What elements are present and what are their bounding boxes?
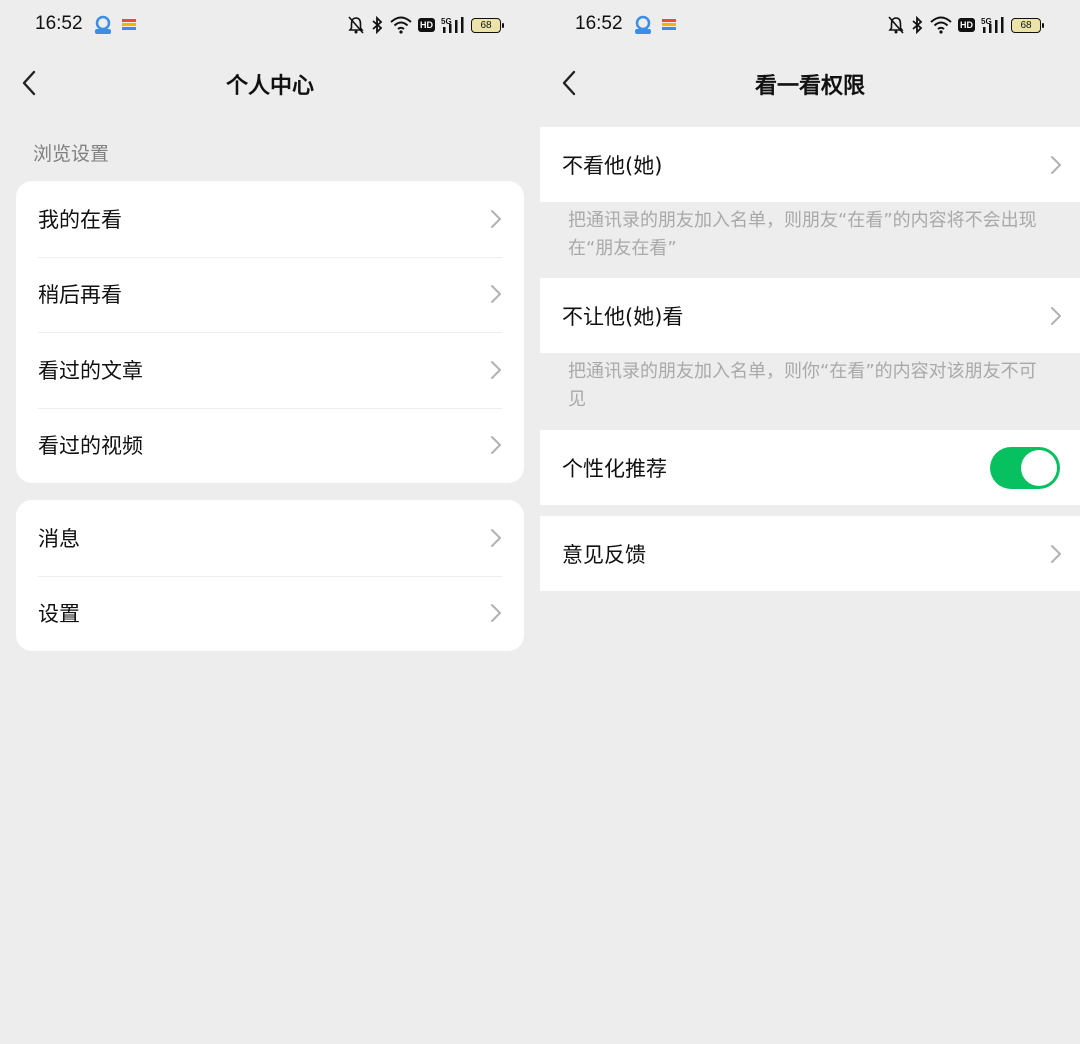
setting-label: 不让他(她)看 [562, 304, 684, 329]
nav-bar: 看一看权限 [540, 50, 1080, 116]
notification-icons [92, 12, 136, 38]
notification-app-icon [122, 19, 136, 30]
chevron-right-icon [1051, 155, 1061, 174]
notification-app-icon [95, 15, 111, 34]
page-title: 看一看权限 [754, 74, 865, 99]
hd-badge: HD [418, 18, 435, 32]
notification-app-icon [635, 15, 651, 34]
setting-feedback[interactable]: 意见反馈 [540, 516, 1080, 591]
battery-icon: 68 [1011, 17, 1044, 33]
signal-icon: 5G [981, 17, 1004, 33]
status-bar: 16:52 HD 5G 68 [0, 0, 540, 50]
personal-center-screen: 16:52 HD 5G 68 个人中心 浏览设置 我的在看 稍后再看 看过的文章… [0, 0, 540, 1044]
status-time: 16:52 [575, 13, 623, 34]
menu-item-label: 设置 [38, 602, 80, 627]
chevron-right-icon [1051, 544, 1061, 563]
chevron-right-icon [1051, 306, 1061, 325]
toggle-knob [1021, 449, 1057, 486]
setting-personalized-recommendation: 个性化推荐 [540, 430, 1080, 505]
section-label: 浏览设置 [33, 143, 110, 165]
setting-label: 个性化推荐 [562, 456, 667, 481]
page-title: 个人中心 [225, 74, 314, 99]
setting-block-viewers[interactable]: 不让他(她)看 [540, 278, 1080, 353]
menu-item-label: 消息 [38, 526, 80, 551]
system-status-icons: HD 5G 68 [348, 12, 504, 38]
status-bar: 16:52 HD 5G 68 [540, 0, 1080, 50]
menu-item-my-watching[interactable]: 我的在看 [16, 181, 524, 257]
mute-bell-icon [888, 16, 904, 34]
nav-bar: 个人中心 [0, 50, 540, 116]
signal-icon: 5G [441, 17, 464, 33]
menu-item-viewed-videos[interactable]: 看过的视频 [16, 407, 524, 484]
setting-label: 意见反馈 [562, 542, 646, 567]
chevron-right-icon [491, 360, 501, 379]
menu-item-label: 稍后再看 [38, 283, 122, 308]
menu-item-label: 看过的视频 [38, 434, 143, 459]
setting-label: 不看他(她) [562, 153, 663, 178]
chevron-right-icon [491, 604, 501, 623]
chevron-right-icon [491, 528, 501, 547]
chevron-right-icon [491, 285, 501, 304]
bluetooth-icon [912, 16, 923, 34]
bluetooth-icon [372, 16, 383, 34]
wifi-icon [390, 16, 412, 34]
chevron-right-icon [491, 436, 501, 455]
wifi-icon [930, 16, 952, 34]
menu-item-settings[interactable]: 设置 [16, 575, 524, 652]
battery-icon: 68 [471, 17, 504, 33]
menu-item-label: 看过的文章 [38, 358, 143, 383]
chevron-right-icon [491, 209, 501, 228]
menu-item-watch-later[interactable]: 稍后再看 [16, 256, 524, 333]
setting-description: 把通讯录的朋友加入名单，则你“在看”的内容对该朋友不可见 [568, 361, 1037, 410]
status-time: 16:52 [35, 13, 83, 34]
system-status-icons: HD 5G 68 [888, 12, 1044, 38]
menu-item-viewed-articles[interactable]: 看过的文章 [16, 332, 524, 408]
setting-hide-from[interactable]: 不看他(她) [540, 127, 1080, 202]
setting-description: 把通讯录的朋友加入名单，则朋友“在看”的内容将不会出现在“朋友在看” [568, 210, 1037, 259]
browsing-settings-card: 我的在看 稍后再看 看过的文章 看过的视频 [16, 181, 524, 483]
notification-app-icon [662, 19, 676, 30]
personalized-recommendation-toggle[interactable] [990, 446, 1060, 489]
look-permissions-screen: 16:52 HD 5G 68 看一看权限 不看他(她) 把通讯录的朋友加入名单，… [540, 0, 1080, 1044]
hd-badge: HD [958, 18, 975, 32]
mute-bell-icon [348, 16, 364, 34]
other-settings-card: 消息 设置 [16, 500, 524, 651]
menu-item-messages[interactable]: 消息 [16, 500, 524, 576]
menu-item-label: 我的在看 [38, 207, 122, 232]
notification-icons [632, 12, 676, 38]
